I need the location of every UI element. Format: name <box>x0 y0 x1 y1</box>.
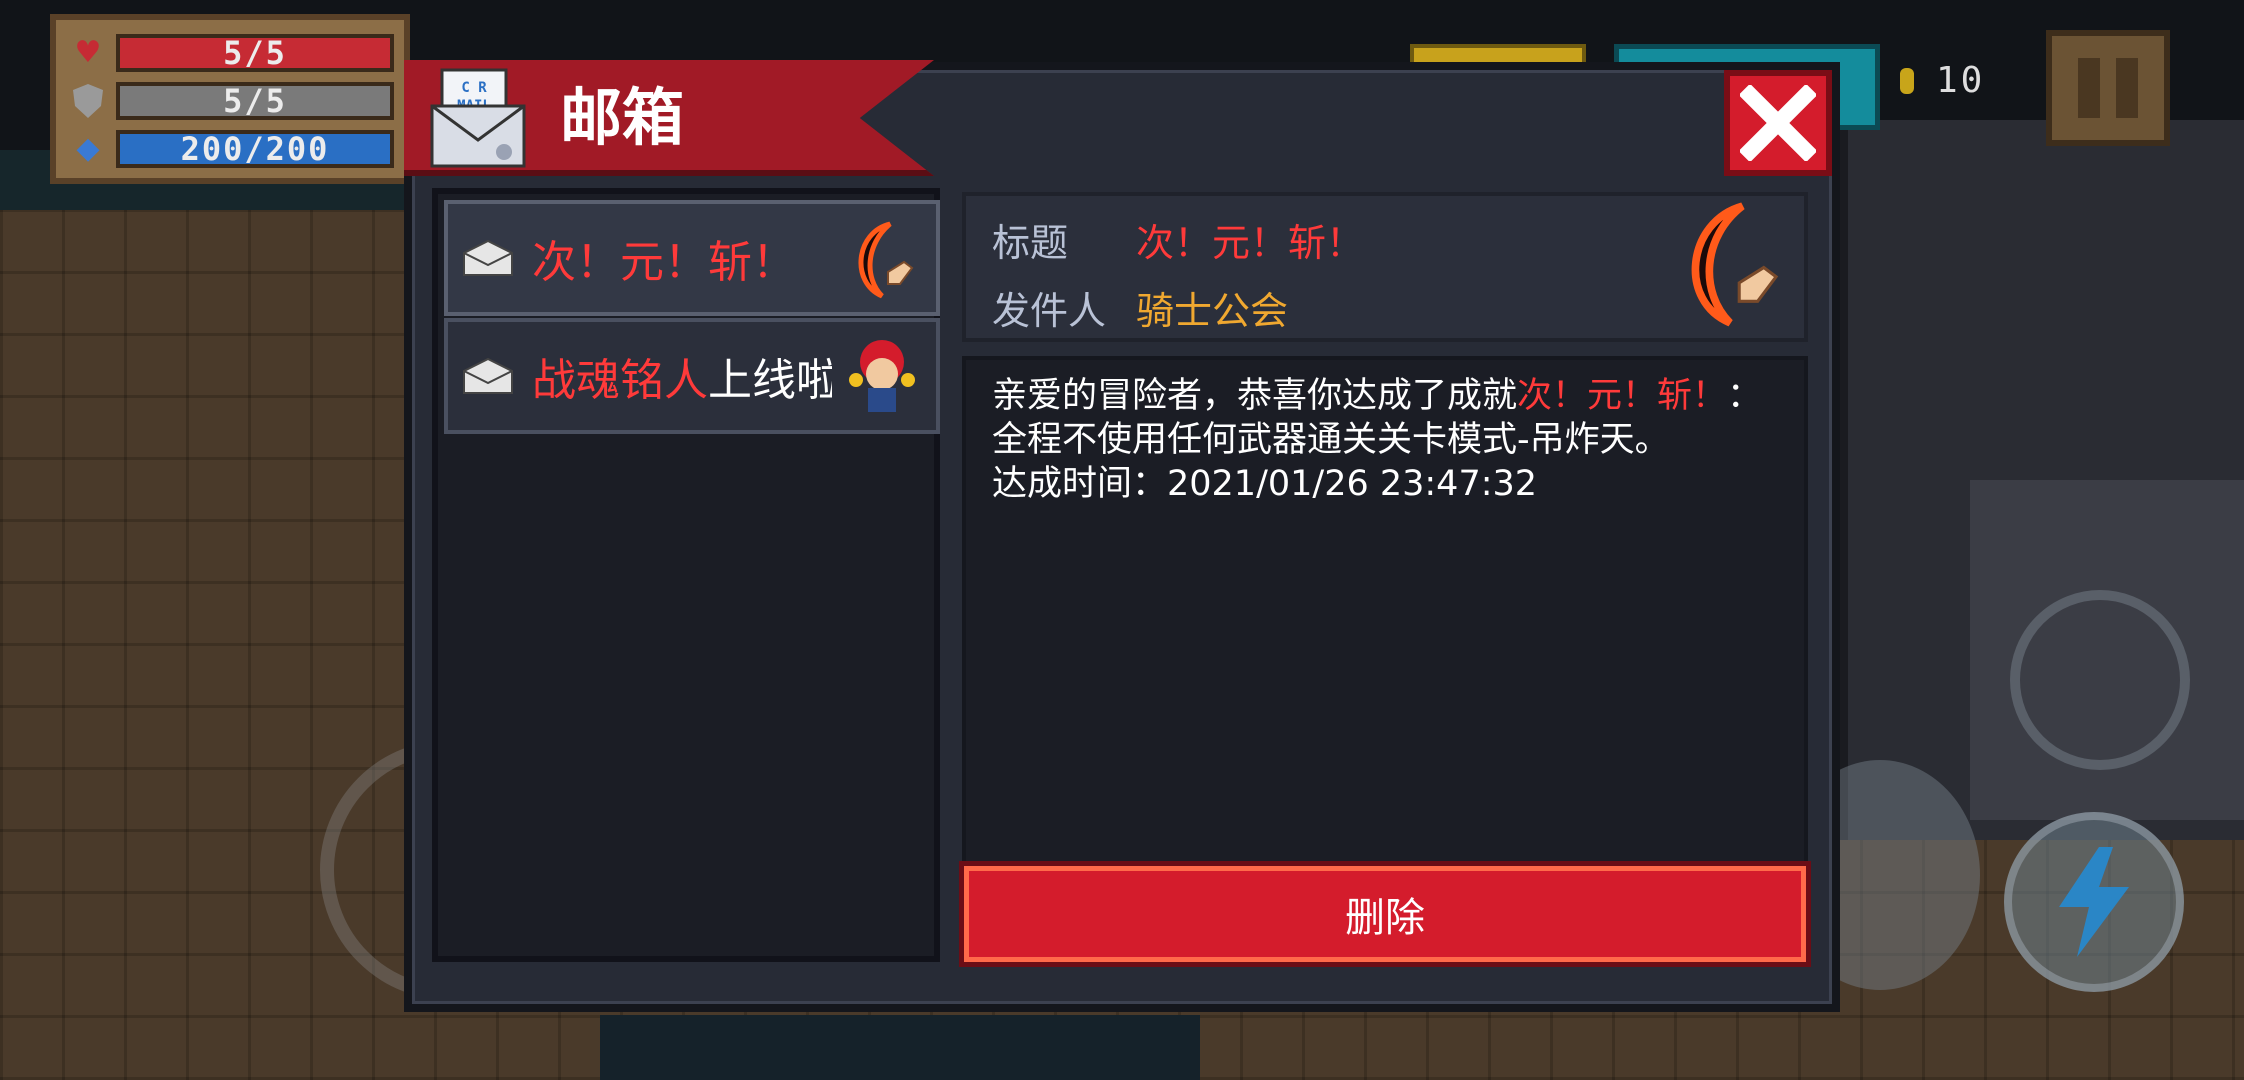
coin-counter: 10 <box>1900 60 1985 101</box>
close-button[interactable] <box>1724 70 1832 176</box>
subject-value: 次！元！斩！ <box>1136 221 1365 265</box>
hp-bar: 5/5 <box>116 34 394 72</box>
player-stats-panel: ♥ 5/5 5/5 ◆ 200/200 <box>50 14 410 184</box>
hp-value: 5/5 <box>223 34 287 72</box>
pause-icon <box>2078 58 2100 118</box>
crescent-blade-icon <box>858 221 914 299</box>
heart-icon: ♥ <box>74 35 102 70</box>
pause-button[interactable] <box>2046 30 2170 146</box>
red-hat-hero-icon <box>849 340 915 412</box>
floor-rug <box>600 1015 1200 1080</box>
energy-bar: 200/200 <box>116 130 394 168</box>
dialog-header: C R MAIL 邮箱 <box>404 60 944 176</box>
achievement-time: 达成时间：2021/01/26 23:47:32 <box>992 464 1538 504</box>
energy-crystal-icon: ◆ <box>76 131 100 166</box>
sender-label: 发件人 <box>992 289 1107 333</box>
shield-icon <box>70 83 106 119</box>
skill-button[interactable] <box>2004 812 2184 992</box>
subject-label: 标题 <box>992 221 1069 265</box>
coin-count: 10 <box>1936 60 1986 101</box>
dialog-title: 邮箱 <box>560 81 685 154</box>
opened-envelope-icon <box>463 357 513 394</box>
crescent-blade-icon <box>1691 202 1779 327</box>
mail-subject: 次！元！斩！ <box>532 237 796 288</box>
sender-value: 骑士公会 <box>1136 289 1289 333</box>
energy-row: ◆ 200/200 <box>70 126 394 172</box>
coin-icon <box>1900 67 1914 94</box>
mail-list: 次！元！斩！ 战魂铭人上线啦 <box>432 188 940 962</box>
mail-list-item[interactable]: 战魂铭人上线啦 <box>444 318 940 434</box>
delete-button[interactable]: 删除 <box>964 866 1806 962</box>
opened-envelope-icon <box>463 239 513 276</box>
armor-value: 5/5 <box>223 82 287 120</box>
svg-text:C R: C R <box>461 80 487 96</box>
mail-body-line: 全程不使用任何武器通关关卡模式-吊炸天。 <box>992 420 1670 460</box>
mail-body-line: 亲爱的冒险者，恭喜你达成了成就次！元！斩！： <box>992 376 1763 416</box>
close-icon <box>1740 85 1816 161</box>
mail-subject: 战魂铭人上线啦 <box>532 355 832 406</box>
mail-body: 亲爱的冒险者，恭喜你达成了成就次！元！斩！： 全程不使用任何武器通关关卡模式-吊… <box>962 356 1808 866</box>
armor-bar: 5/5 <box>116 82 394 120</box>
weapon-swap-button[interactable] <box>2010 590 2190 770</box>
hp-row: ♥ 5/5 <box>70 30 394 76</box>
mail-envelope-icon: C R MAIL <box>430 68 526 168</box>
armor-row: 5/5 <box>70 78 394 124</box>
lightning-icon <box>2059 847 2129 957</box>
energy-value: 200/200 <box>180 130 330 168</box>
mail-list-item[interactable]: 次！元！斩！ <box>444 200 940 316</box>
